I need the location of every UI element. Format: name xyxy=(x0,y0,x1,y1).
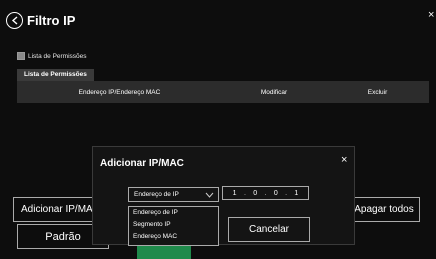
column-header-address: Endereço IP/Endereço MAC xyxy=(78,88,161,96)
top-bar: Filtro IP × xyxy=(0,0,436,46)
cancel-button[interactable]: Cancelar xyxy=(228,217,310,242)
column-header-delete: Excluir xyxy=(367,88,388,96)
add-ip-mac-dialog: Adicionar IP/MAC × Endereço de IP 1 . 0 … xyxy=(92,146,355,246)
permission-list-checkbox[interactable] xyxy=(17,52,25,60)
ip-octet-1[interactable]: 1 xyxy=(233,190,237,197)
option-mac-address[interactable]: Endereço MAC xyxy=(129,231,218,243)
ip-separator: . xyxy=(285,189,288,197)
page-title: Filtro IP xyxy=(27,13,76,28)
close-icon[interactable]: × xyxy=(428,10,434,21)
back-arrow-icon[interactable] xyxy=(6,12,23,29)
ip-address-input[interactable]: 1 . 0 . 0 . 1 xyxy=(222,186,309,200)
option-ip-address[interactable]: Endereço de IP xyxy=(129,207,218,219)
delete-all-button[interactable]: Apagar todos xyxy=(348,197,420,222)
permission-list-toggle[interactable]: Lista de Permissões xyxy=(17,52,87,60)
option-ip-segment[interactable]: Segmento IP xyxy=(129,219,218,231)
ip-octet-3[interactable]: 0 xyxy=(274,190,278,197)
table-header: Endereço IP/Endereço MAC Modificar Exclu… xyxy=(17,81,429,103)
chevron-down-icon xyxy=(205,192,214,198)
permission-list-label: Lista de Permissões xyxy=(28,52,87,60)
tab-permission-list[interactable]: Lista de Permissões xyxy=(17,69,94,81)
ip-octet-4[interactable]: 1 xyxy=(294,190,298,197)
ip-separator: . xyxy=(264,189,267,197)
ip-separator: . xyxy=(243,189,246,197)
dialog-title: Adicionar IP/MAC xyxy=(100,158,184,169)
column-header-modify: Modificar xyxy=(260,88,288,96)
dialog-close-icon[interactable]: × xyxy=(341,155,347,166)
address-type-options: Endereço de IP Segmento IP Endereço MAC xyxy=(128,206,219,246)
address-type-selected: Endereço de IP xyxy=(134,191,179,198)
address-type-select[interactable]: Endereço de IP xyxy=(128,187,219,202)
ip-octet-2[interactable]: 0 xyxy=(253,190,257,197)
